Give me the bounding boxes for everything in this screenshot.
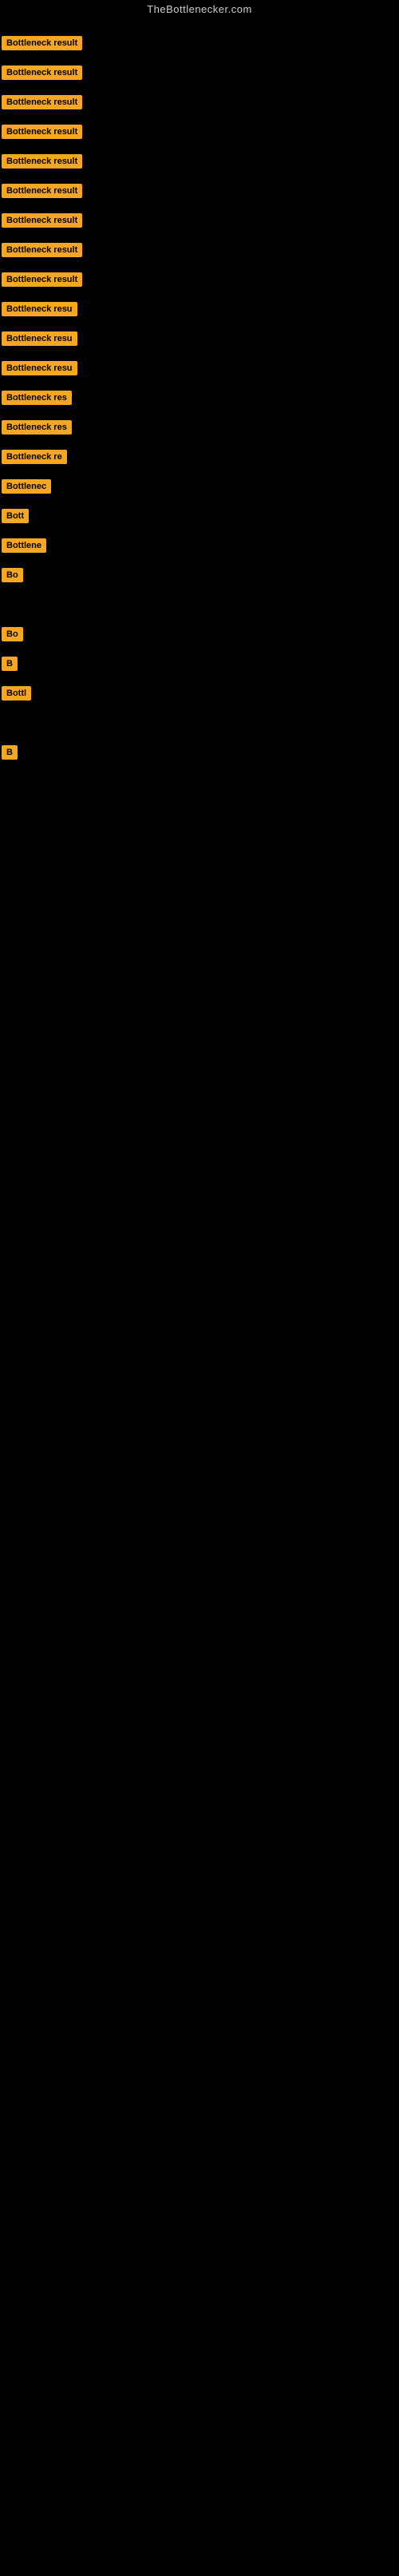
bottleneck-result-badge: B [2,657,18,671]
bottleneck-result-badge: Bottleneck result [2,125,82,139]
bottleneck-result-badge: Bottleneck result [2,95,82,109]
bottleneck-result-badge: Bottleneck result [2,213,82,228]
bottleneck-result-badge: Bottleneck result [2,184,82,198]
bottleneck-result-badge: Bottleneck resu [2,302,77,316]
bottleneck-result-badge: Bottleneck result [2,36,82,50]
bottleneck-result-badge: Bottleneck re [2,450,67,464]
bottleneck-result-badge: Bo [2,568,23,582]
bottleneck-result-badge: Bottlenec [2,479,51,494]
bottleneck-result-badge: Bo [2,627,23,641]
bottleneck-result-badge: Bott [2,509,29,523]
bottleneck-result-badge: Bottleneck result [2,272,82,287]
bottleneck-result-badge: Bottleneck res [2,391,72,405]
bottleneck-result-badge: Bottlene [2,538,46,553]
bottleneck-result-badge: Bottleneck result [2,65,82,80]
bottleneck-result-badge: Bottl [2,686,31,701]
bottleneck-result-badge: Bottleneck resu [2,331,77,346]
bottleneck-result-badge: Bottleneck result [2,243,82,257]
bottleneck-result-badge: Bottleneck result [2,154,82,169]
bottleneck-result-badge: B [2,745,18,760]
bottleneck-result-badge: Bottleneck resu [2,361,77,375]
bottleneck-result-badge: Bottleneck res [2,420,72,435]
site-title: TheBottlenecker.com [0,0,399,20]
